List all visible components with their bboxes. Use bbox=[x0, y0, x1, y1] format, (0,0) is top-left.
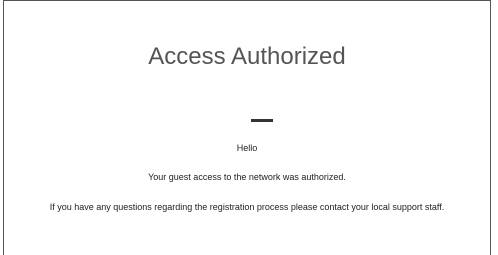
page-title: Access Authorized bbox=[148, 43, 346, 70]
support-contact-text: If you have any questions regarding the … bbox=[49, 202, 445, 212]
greeting-text: Hello bbox=[236, 143, 258, 153]
title-divider bbox=[251, 119, 273, 122]
access-authorized-panel: Access Authorized Hello Your guest acces… bbox=[3, 0, 491, 255]
authorization-message: Your guest access to the network was aut… bbox=[148, 172, 346, 182]
